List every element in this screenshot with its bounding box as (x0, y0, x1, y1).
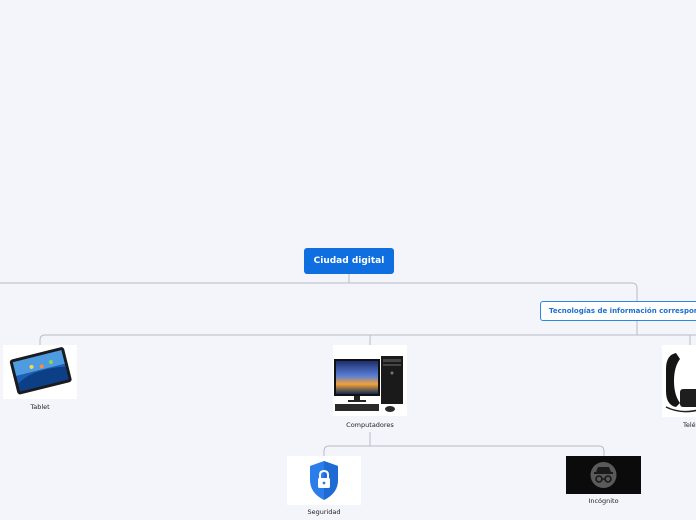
device-node-telephone[interactable]: Teléfono (662, 345, 696, 431)
device-label-tablet: Tablet (30, 403, 50, 411)
lock-shield-icon (287, 456, 361, 505)
child-node-security[interactable]: Seguridad (287, 456, 361, 520)
central-topic-label: Ciudad digital (313, 256, 385, 266)
device-node-tablet[interactable]: Tablet (3, 345, 77, 413)
child-node-incognito[interactable]: Incógnito (566, 456, 641, 508)
mind-map-canvas: Ciudad digital Tecnologías de informació… (0, 0, 696, 520)
connector-main-horizontal (0, 282, 638, 301)
subtopic-label: Tecnologías de información correspondien… (549, 307, 696, 315)
connector-children-horizontal (329, 445, 605, 456)
connector-security (323, 445, 330, 456)
incognito-icon (566, 456, 641, 494)
subtopic-tecnologias[interactable]: Tecnologías de información correspondien… (540, 301, 696, 321)
tablet-icon (3, 345, 77, 399)
device-label-telephone: Teléfono (683, 421, 696, 429)
connector-computer (369, 334, 372, 345)
device-label-computer: Computadores (346, 421, 394, 429)
device-node-computer[interactable]: Computadores (333, 345, 407, 431)
child-label-incognito: Incógnito (588, 497, 619, 505)
child-label-security: Seguridad (307, 508, 341, 516)
telephone-icon (662, 345, 696, 417)
connector-tablet (39, 334, 46, 345)
central-topic[interactable]: Ciudad digital (304, 248, 394, 274)
desktop-computer-icon (333, 345, 407, 416)
